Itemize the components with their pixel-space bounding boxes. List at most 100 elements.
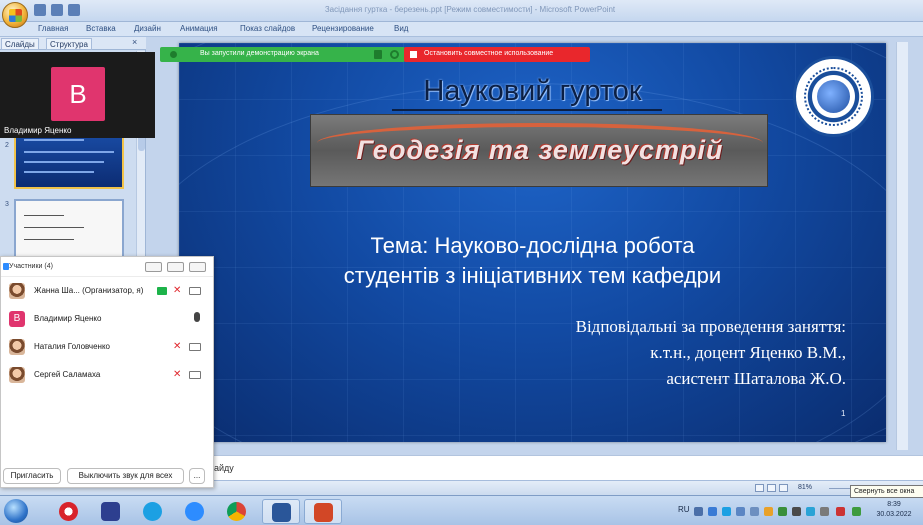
tab-review[interactable]: Рецензирование <box>312 24 374 33</box>
slide-responsible: Відповідальні за проведення заняття: к.т… <box>575 317 846 388</box>
tab-home[interactable]: Главная <box>38 24 68 33</box>
taskbar-skype[interactable] <box>134 499 172 524</box>
camera-off-icon[interactable] <box>189 371 201 379</box>
tab-outline[interactable]: Структура <box>46 38 92 50</box>
avatar <box>9 283 25 299</box>
skype-icon <box>143 502 162 521</box>
camera-off-icon[interactable] <box>189 343 201 351</box>
tab-insert[interactable]: Вставка <box>86 24 116 33</box>
taskbar-opera[interactable] <box>50 499 88 524</box>
network-icon[interactable] <box>736 507 745 516</box>
tab-slides[interactable]: Слайды <box>1 38 39 50</box>
camera-off-icon[interactable] <box>189 287 201 295</box>
normal-view-button[interactable] <box>755 484 764 492</box>
more-button[interactable]: ... <box>189 468 205 484</box>
slideshow-view-button[interactable] <box>779 484 788 492</box>
share-status-icon <box>170 51 177 58</box>
office-button[interactable] <box>2 2 28 28</box>
taskbar: RU 8:39 30.03.2022 <box>0 495 923 525</box>
stop-icon <box>410 51 417 58</box>
office-logo-icon <box>9 9 22 22</box>
powerpoint-icon <box>314 503 333 522</box>
slide-number: 2 <box>5 142 9 149</box>
minimize-button[interactable] <box>145 262 162 272</box>
pin-icon[interactable] <box>374 50 382 59</box>
antivirus-icon[interactable] <box>836 507 845 516</box>
notes-text[interactable]: айду <box>214 463 234 473</box>
window-title: Засідання гуртка - березень.ppt [Режим с… <box>324 5 616 14</box>
battery-icon[interactable] <box>778 507 787 516</box>
undo-icon[interactable] <box>51 4 63 16</box>
taskbar-save[interactable] <box>92 499 130 524</box>
avatar: В <box>51 67 105 121</box>
slide-title: Науковий гурток <box>179 75 886 111</box>
shield-icon[interactable] <box>390 50 399 59</box>
taskbar-chrome[interactable] <box>218 499 256 524</box>
slide-page-number: 1 <box>841 409 846 418</box>
tooltip: Свернуть все окна <box>850 485 923 498</box>
word-icon <box>272 503 291 522</box>
mic-muted-icon[interactable]: ✕ <box>173 341 182 352</box>
slide-thumbnail-3[interactable] <box>14 199 124 261</box>
language-indicator[interactable]: RU <box>678 505 690 514</box>
pane-tabs: Слайды Структура × <box>0 37 146 50</box>
security-icon[interactable] <box>820 507 829 516</box>
system-clock[interactable]: 8:39 30.03.2022 <box>871 500 917 520</box>
taskbar-zoom[interactable] <box>176 499 214 524</box>
participant-row[interactable]: В Владимир Яценко <box>1 305 213 333</box>
zoom-share-status-bar[interactable]: Вы запустили демонстрацию экрана <box>160 47 405 62</box>
mic-muted-icon[interactable]: ✕ <box>173 285 182 296</box>
start-button[interactable] <box>4 499 28 523</box>
sorter-view-button[interactable] <box>767 484 776 492</box>
participants-header: Участники (4) <box>1 257 213 277</box>
zoom-tray-icon[interactable] <box>708 507 717 516</box>
ribbon-tabs: Главная Вставка Дизайн Анимация Показ сл… <box>0 22 923 37</box>
title-bar: Засідання гуртка - березень.ppt [Режим с… <box>0 0 923 28</box>
tab-view[interactable]: Вид <box>394 24 408 33</box>
microphone-icon[interactable] <box>194 312 200 322</box>
save-icon[interactable] <box>34 4 46 16</box>
popout-button[interactable] <box>167 262 184 272</box>
tab-animation[interactable]: Анимация <box>180 24 218 33</box>
participant-row[interactable]: Жанна Ша... (Организатор, я) ✕ <box>1 277 213 305</box>
screen-share-icon <box>157 287 167 295</box>
invite-button[interactable]: Пригласить <box>3 468 61 484</box>
department-emblem <box>793 56 874 137</box>
avatar <box>9 367 25 383</box>
pane-close-icon[interactable]: × <box>132 37 137 47</box>
zoom-icon <box>185 502 204 521</box>
flag-icon[interactable] <box>764 507 773 516</box>
slide-scrollbar[interactable] <box>896 42 908 450</box>
banner-text: Геодезія та землеустрій <box>356 135 724 165</box>
taskbar-powerpoint[interactable] <box>304 499 342 524</box>
avatar: В <box>9 311 25 327</box>
save-icon <box>101 502 120 521</box>
mute-all-button[interactable]: Выключить звук для всех <box>67 468 184 484</box>
video-tile[interactable]: В Владимир Яценко <box>0 52 155 138</box>
zoom-level[interactable]: 81% <box>798 484 812 491</box>
stop-share-button[interactable]: Остановить совместное использование <box>404 47 590 62</box>
chrome-icon <box>227 502 246 521</box>
mic-muted-icon[interactable]: ✕ <box>173 369 182 380</box>
skype-tray-icon[interactable] <box>722 507 731 516</box>
current-slide[interactable]: Науковий гурток Геодезія та землеустрій … <box>179 43 886 442</box>
notes-pane[interactable]: айду <box>146 455 923 480</box>
tab-slideshow[interactable]: Показ слайдов <box>240 24 295 33</box>
tab-design[interactable]: Дизайн <box>134 24 161 33</box>
video-participant-name: Владимир Яценко <box>4 126 72 135</box>
close-panel-button[interactable] <box>189 262 206 272</box>
help-icon[interactable] <box>694 507 703 516</box>
bluetooth-icon[interactable] <box>806 507 815 516</box>
participant-row[interactable]: Наталия Головченко ✕ <box>1 333 213 361</box>
taskbar-word[interactable] <box>262 499 300 524</box>
avatar <box>9 339 25 355</box>
updates-icon[interactable] <box>852 507 861 516</box>
participant-row[interactable]: Сергей Саламаха ✕ <box>1 361 213 389</box>
slide-banner-image: Геодезія та землеустрій <box>310 114 768 187</box>
participants-panel: Участники (4) Жанна Ша... (Организатор, … <box>0 256 214 488</box>
volume-icon[interactable] <box>750 507 759 516</box>
redo-icon[interactable] <box>68 4 80 16</box>
quick-access-toolbar <box>34 4 80 16</box>
participants-footer: Пригласить Выключить звук для всех ... <box>1 464 213 488</box>
speaker-icon[interactable] <box>792 507 801 516</box>
